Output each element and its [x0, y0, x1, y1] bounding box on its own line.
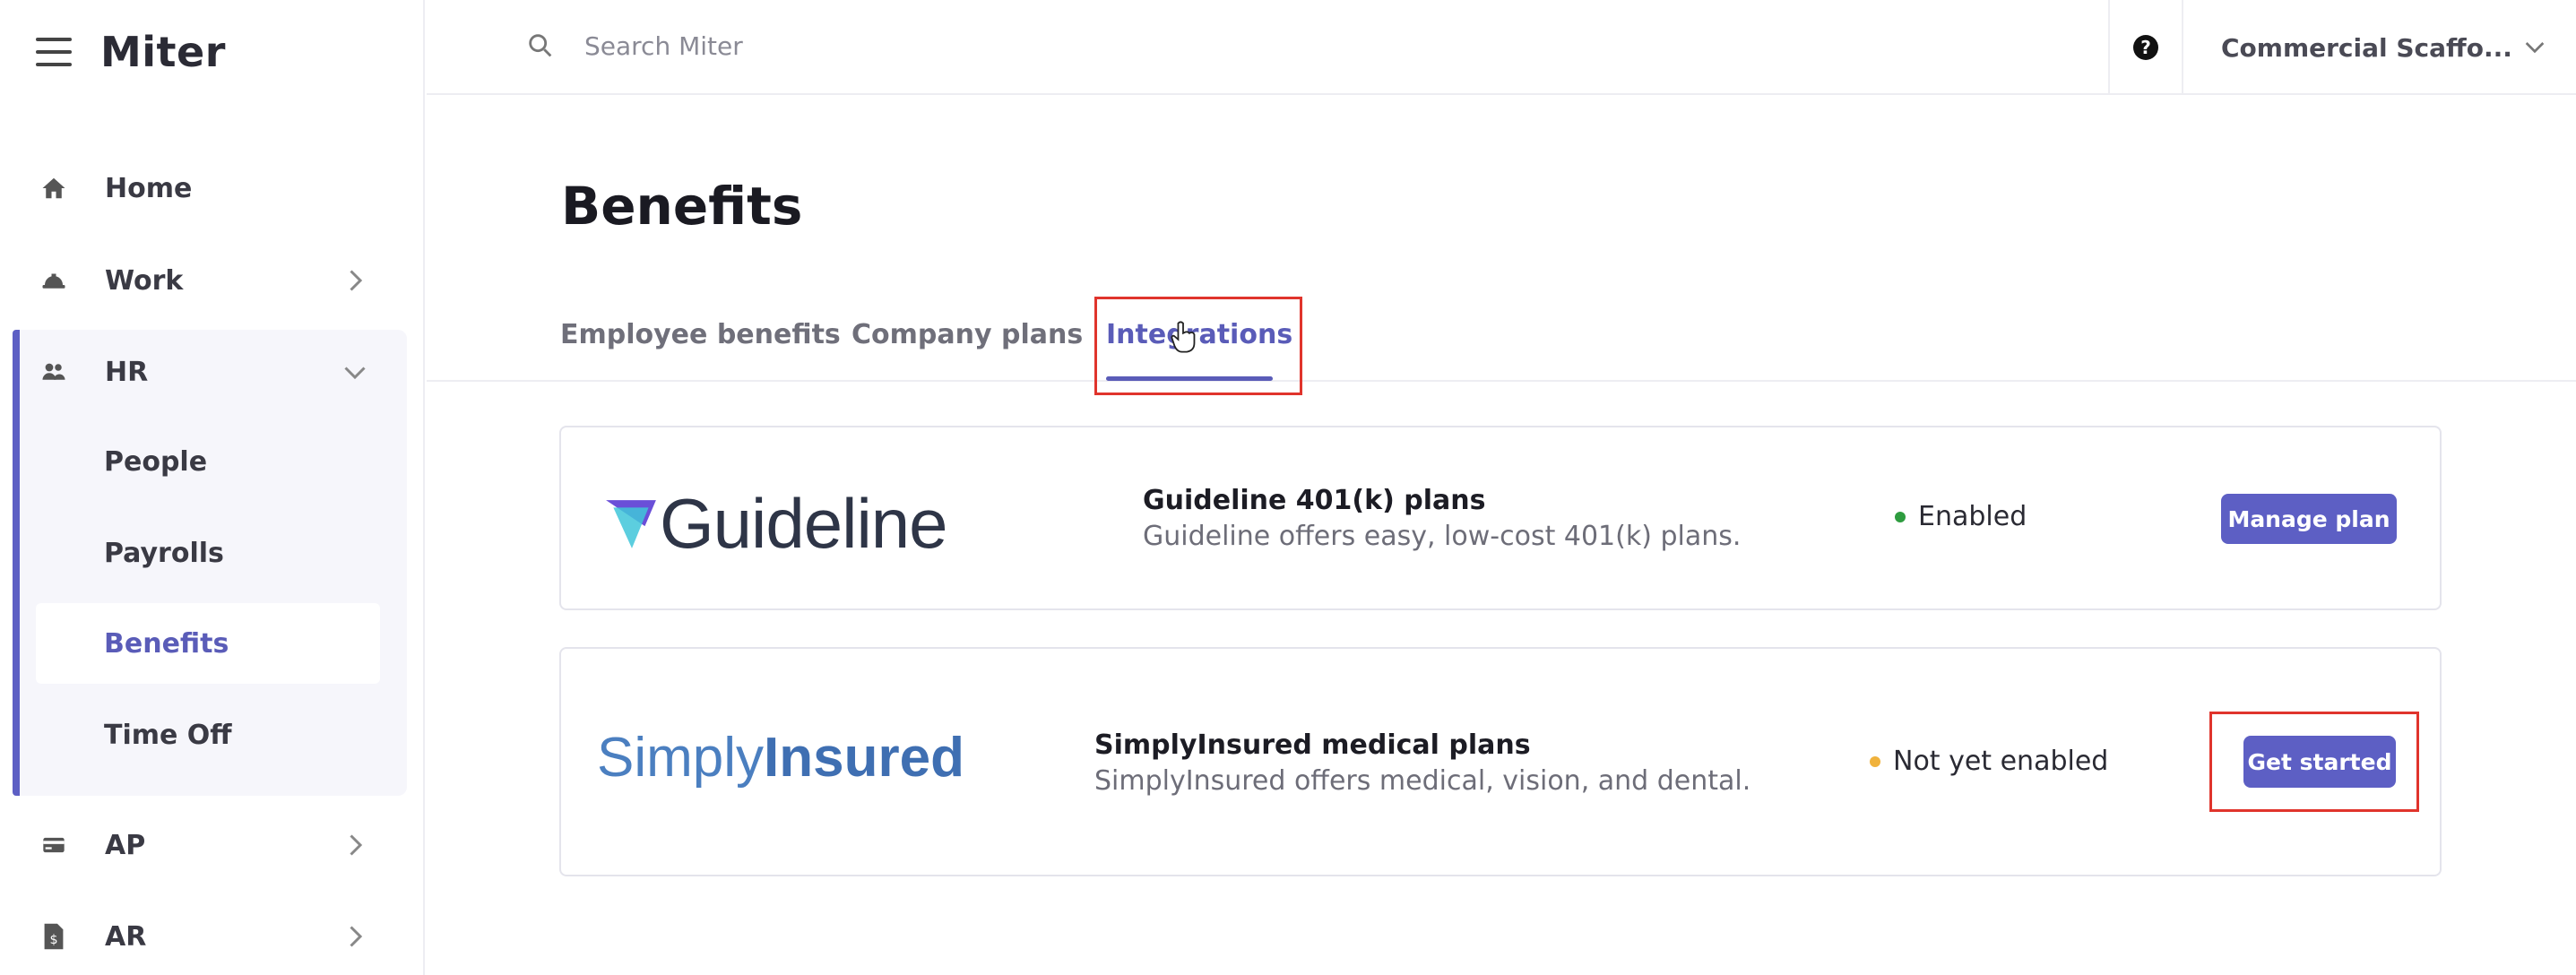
sidebar-item-label: AR [105, 920, 147, 953]
sidebar-subitem-payrolls[interactable]: Payrolls [36, 513, 380, 593]
sidebar-item-label: HR [105, 356, 149, 388]
status-badge: Enabled [1895, 501, 2027, 532]
tab-integrations[interactable]: Integrations [1106, 319, 1292, 350]
sidebar-item-label: AP [105, 829, 146, 861]
sidebar-subitem-label: Benefits [104, 627, 229, 660]
help-icon: ? [2133, 35, 2158, 60]
integration-title: Guideline 401(k) plans [1143, 485, 1486, 516]
sidebar-item-work[interactable]: Work [0, 245, 425, 316]
status-text: Not yet enabled [1893, 746, 2109, 777]
status-text: Enabled [1918, 501, 2027, 532]
sidebar-item-ap[interactable]: AP [0, 809, 425, 881]
chevron-right-icon [350, 270, 363, 291]
tab-company-plans[interactable]: Company plans [851, 319, 1083, 350]
chevron-down-icon [2525, 42, 2545, 54]
chevron-right-icon [350, 926, 363, 947]
chevron-down-icon [344, 367, 366, 380]
sidebar: Miter Home Work HR People Payrolls Benef… [0, 0, 425, 975]
guideline-logo-text: Guideline [660, 484, 948, 563]
app-logo: Miter [100, 28, 226, 76]
credit-card-icon [38, 829, 70, 861]
hamburger-menu-icon[interactable] [36, 38, 72, 66]
hard-hat-icon [38, 264, 70, 297]
sidebar-subitem-benefits[interactable]: Benefits [36, 603, 380, 684]
tabs-divider [427, 380, 2576, 382]
integration-description: SimplyInsured offers medical, vision, an… [1094, 765, 1751, 797]
invoice-icon: $ [38, 920, 70, 953]
search-input[interactable] [584, 25, 1391, 66]
svg-text:$: $ [49, 933, 57, 947]
people-icon [38, 356, 70, 388]
search-icon [529, 34, 552, 57]
guideline-logo: Guideline [604, 483, 948, 565]
home-icon [38, 172, 70, 204]
help-button[interactable]: ? [2108, 0, 2183, 95]
sidebar-item-home[interactable]: Home [0, 152, 425, 224]
integration-description: Guideline offers easy, low-cost 401(k) p… [1143, 521, 1742, 552]
brand: Miter [36, 27, 226, 77]
simplyinsured-logo-text-insured: Insured [764, 727, 964, 789]
status-dot-enabled [1895, 511, 1906, 522]
chevron-right-icon [350, 834, 363, 856]
sidebar-item-hr[interactable]: HR [0, 336, 425, 408]
company-name: Commercial Scaffo... [2221, 32, 2512, 63]
sidebar-subitem-time-off[interactable]: Time Off [36, 695, 380, 775]
integration-card-simplyinsured: SimplyInsured SimplyInsured medical plan… [559, 647, 2442, 876]
page-title: Benefits [561, 176, 803, 237]
simplyinsured-logo-text-simply: Simply [597, 727, 765, 789]
tab-employee-benefits[interactable]: Employee benefits [560, 319, 841, 350]
sidebar-item-label: Work [105, 264, 184, 297]
integration-title: SimplyInsured medical plans [1094, 729, 1531, 761]
integration-card-guideline: Guideline Guideline 401(k) plans Guideli… [559, 426, 2442, 610]
active-tab-underline [1106, 376, 1273, 381]
company-selector[interactable]: Commercial Scaffo... [2183, 0, 2576, 95]
status-dot-pending [1870, 755, 1880, 767]
get-started-button[interactable]: Get started [2243, 736, 2396, 788]
sidebar-subitem-label: People [104, 445, 208, 478]
guideline-logo-icon [606, 499, 656, 548]
status-badge: Not yet enabled [1870, 746, 2108, 777]
sidebar-subitem-label: Payrolls [104, 537, 224, 569]
sidebar-item-ar[interactable]: $ AR [0, 901, 425, 972]
topbar: ? Commercial Scaffo... [427, 0, 2576, 95]
sidebar-subitem-people[interactable]: People [36, 421, 380, 502]
sidebar-subitem-label: Time Off [104, 719, 232, 751]
hand-cursor-icon [1171, 321, 1196, 353]
simplyinsured-logo: SimplyInsured [597, 726, 964, 789]
manage-plan-button[interactable]: Manage plan [2221, 494, 2397, 544]
sidebar-item-label: Home [105, 172, 193, 204]
